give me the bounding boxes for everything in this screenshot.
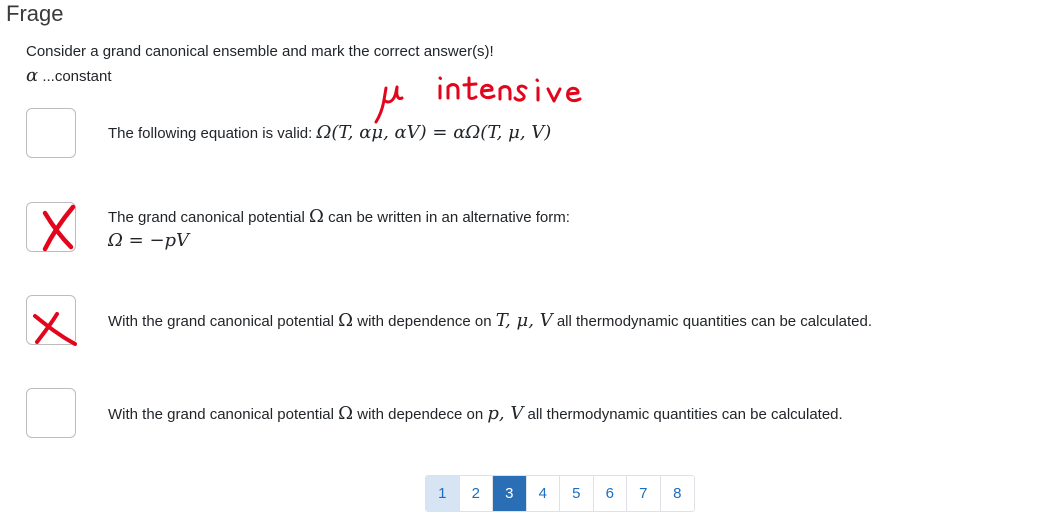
answer-checkbox-2[interactable] [26, 202, 76, 252]
page-button-4[interactable]: 4 [526, 476, 560, 511]
answer-option-4: With the grand canonical potential Ω wit… [26, 388, 1036, 440]
answer-checkbox-4[interactable] [26, 388, 76, 438]
answer-checkbox-3[interactable] [26, 295, 77, 346]
question-pagination: 1 2 3 4 5 6 7 8 [425, 475, 695, 512]
answer-text-3: With the grand canonical potential Ω wit… [108, 310, 873, 331]
answer-option-3: With the grand canonical potential Ω wit… [26, 295, 1036, 347]
cross-mark-icon [42, 204, 76, 252]
page-button-8[interactable]: 8 [660, 476, 694, 511]
answer-formula-2: Ω = −pV [108, 230, 190, 251]
page-button-2[interactable]: 2 [459, 476, 493, 511]
question-note: α ...constant [26, 66, 112, 87]
answer-text-1: The following equation is valid: Ω(T, αμ… [108, 122, 552, 143]
page-button-5[interactable]: 5 [560, 476, 594, 511]
page-button-7[interactable]: 7 [627, 476, 661, 511]
answer-checkbox-1[interactable] [26, 108, 76, 158]
cross-mark-icon [33, 312, 77, 346]
page-button-1[interactable]: 1 [426, 476, 460, 511]
answer-text-4: With the grand canonical potential Ω wit… [108, 403, 843, 424]
answer-text-2: The grand canonical potential Ω can be w… [108, 206, 570, 227]
answer-option-2: The grand canonical potential Ω can be w… [26, 202, 1036, 254]
page-button-6[interactable]: 6 [593, 476, 627, 511]
note-text: ...constant [38, 68, 112, 85]
answer-option-1: The following equation is valid: Ω(T, αμ… [26, 108, 1036, 160]
question-prompt: Consider a grand canonical ensemble and … [26, 43, 494, 60]
answer-formula-1: Ω(T, αμ, αV) = αΩ(T, μ, V) [316, 122, 552, 143]
page-title: Frage [6, 1, 64, 26]
page-button-3[interactable]: 3 [493, 476, 527, 511]
alpha-symbol: α [26, 65, 39, 86]
